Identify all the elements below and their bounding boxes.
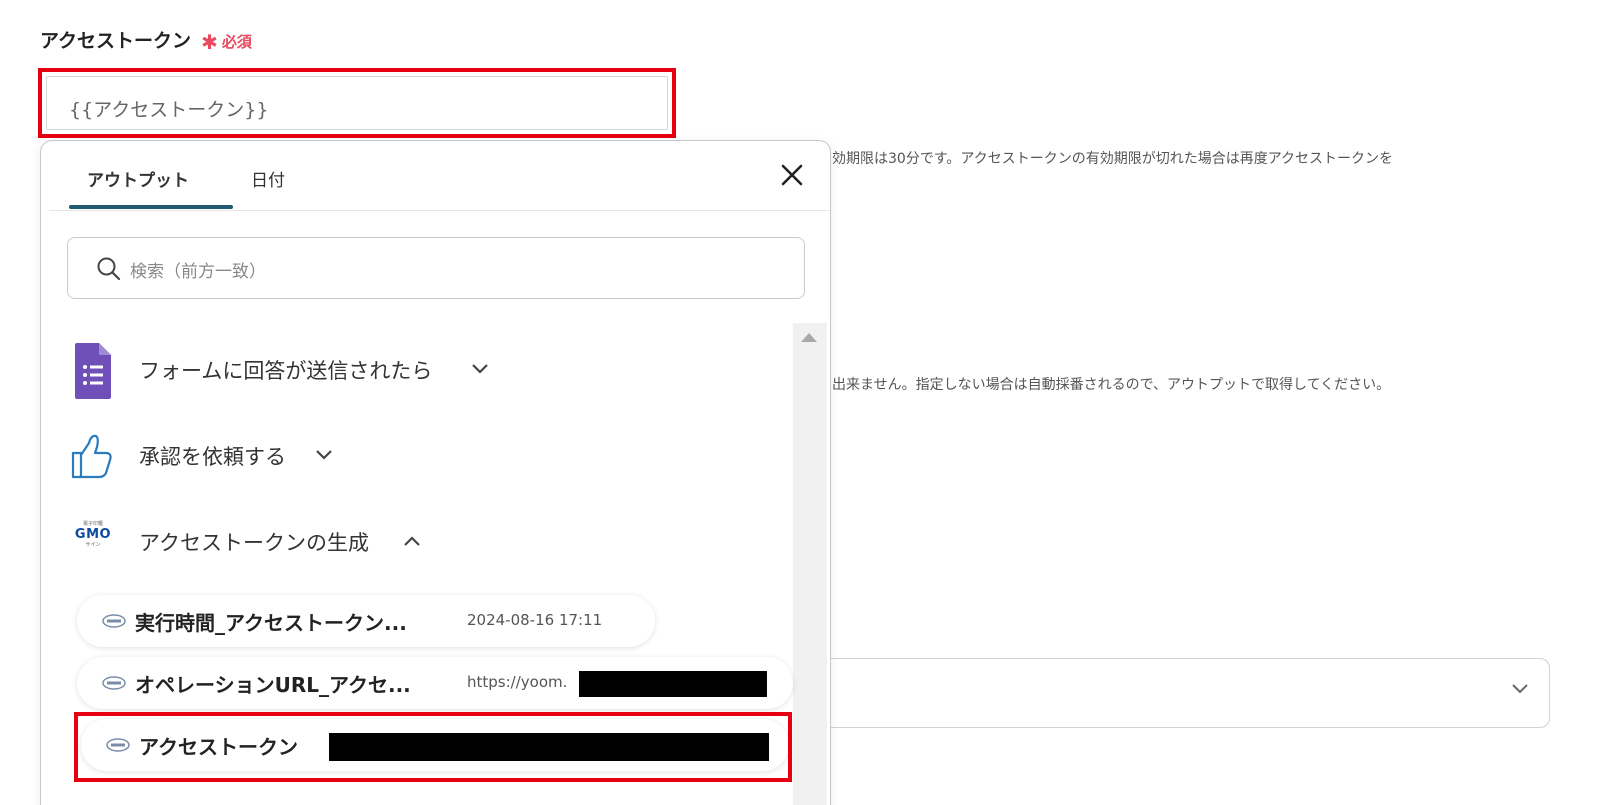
tab-output[interactable]: アウトプット: [87, 166, 189, 191]
tab-bar: アウトプット 日付: [49, 141, 830, 211]
item-name: オペレーションURL_アクセ...: [135, 673, 411, 697]
gmo-sign-small-icon: [102, 614, 126, 628]
close-icon[interactable]: [776, 159, 808, 191]
output-item-operation-url[interactable]: オペレーションURL_アクセ... https://yoom.: [77, 657, 793, 709]
gmo-sign-icon: 電子印鑑 GMO サイン: [69, 521, 117, 549]
item-value: https://yoom.: [467, 673, 568, 691]
background-select[interactable]: [800, 658, 1550, 728]
required-text: 必須: [221, 33, 252, 51]
gmo-sign-small-icon: [106, 738, 130, 752]
chevron-down-icon: [316, 450, 332, 460]
google-forms-icon: [75, 343, 111, 399]
item-name: 実行時間_アクセストークン...: [135, 611, 407, 635]
output-picker-popup: アウトプット 日付 検索（前方一致） フォームに回答が送信されたら 承認を依頼す…: [40, 140, 831, 805]
required-star-icon: ✱: [201, 30, 218, 54]
gmo-logo-brand: GMO: [74, 527, 112, 542]
group-request-approval[interactable]: 承認を依頼する: [69, 427, 369, 487]
group-generate-access-token[interactable]: 電子印鑑 GMO サイン アクセストークンの生成: [69, 513, 469, 573]
tab-date[interactable]: 日付: [251, 166, 285, 191]
gmo-sign-small-icon: [102, 676, 126, 690]
scroll-up-arrow-icon[interactable]: [801, 333, 817, 342]
group-label: フォームに回答が送信されたら: [139, 359, 433, 383]
item-name: アクセストークン: [139, 735, 298, 759]
help-text-autonumber: 出来ません。指定しない場合は自動採番されるので、アウトプットで取得してください。: [832, 377, 1391, 393]
search-placeholder: 検索（前方一致）: [130, 262, 266, 282]
search-icon: [97, 257, 121, 281]
item-value: 2024-08-16 17:11: [467, 611, 603, 629]
scrollbar[interactable]: [793, 323, 827, 805]
chevron-up-icon: [404, 536, 420, 546]
output-item-execution-time[interactable]: 実行時間_アクセストークン... 2024-08-16 17:11: [77, 595, 655, 647]
search-input[interactable]: 検索（前方一致）: [67, 237, 805, 299]
group-label: 承認を依頼する: [139, 445, 286, 469]
output-item-access-token[interactable]: アクセストークン: [81, 719, 789, 771]
redaction-block: [329, 733, 769, 761]
thumbs-up-icon: [71, 434, 112, 479]
group-form-submitted[interactable]: フォームに回答が送信されたら: [69, 341, 529, 401]
access-token-input[interactable]: {{アクセストークン}}: [38, 68, 676, 138]
chevron-down-icon: [1512, 684, 1528, 694]
chevron-down-icon: [472, 364, 488, 374]
gmo-logo-sub: サイン: [85, 542, 101, 548]
required-badge: ✱ 必須: [201, 30, 252, 54]
field-label-text: アクセストークン: [40, 30, 192, 52]
input-frame[interactable]: {{アクセストークン}}: [46, 76, 668, 130]
redaction-block: [579, 671, 767, 697]
access-token-value: {{アクセストークン}}: [69, 99, 269, 121]
help-text-expiry: 効期限は30分です。アクセストークンの有効期限が切れた場合は再度アクセストークン…: [832, 151, 1394, 167]
group-label: アクセストークンの生成: [139, 531, 369, 555]
active-tab-indicator: [69, 205, 233, 209]
access-token-label: アクセストークン ✱ 必須: [40, 26, 252, 54]
